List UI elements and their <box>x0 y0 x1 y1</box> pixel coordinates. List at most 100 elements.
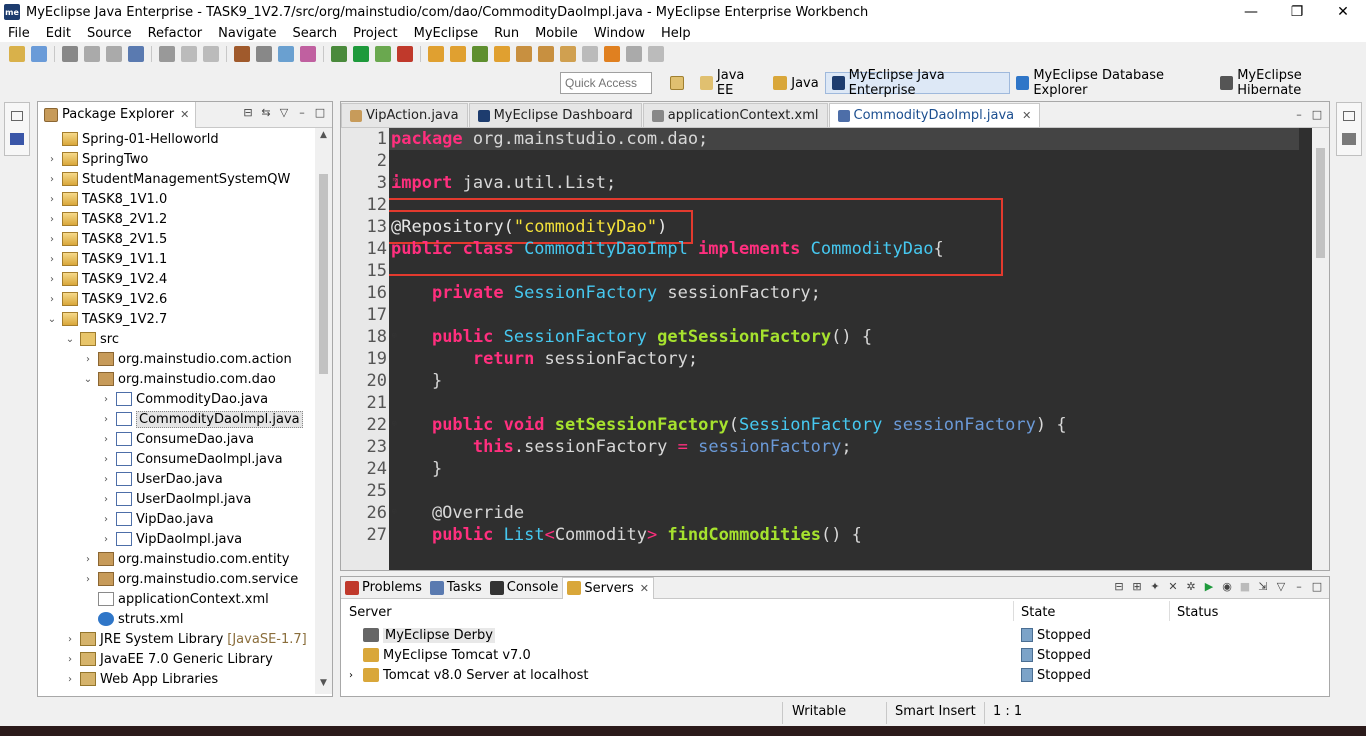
run-config-icon[interactable] <box>375 46 391 62</box>
column-status[interactable]: Status <box>1177 605 1218 620</box>
menu-mobile[interactable]: Mobile <box>527 26 586 41</box>
tree-item[interactable]: ⌄ src <box>64 329 119 349</box>
undo-icon[interactable] <box>159 46 175 62</box>
server-icon[interactable] <box>256 46 272 62</box>
menu-search[interactable]: Search <box>284 26 345 41</box>
code-line[interactable]: 25 <box>355 480 1299 502</box>
new-icon[interactable] <box>9 46 25 62</box>
tree-item[interactable]: applicationContext.xml <box>82 589 269 609</box>
collapsed-arrow-icon[interactable]: › <box>46 154 58 165</box>
editor-scroll-thumb[interactable] <box>1316 148 1325 258</box>
last-edit-icon[interactable] <box>582 46 598 62</box>
debug-icon[interactable] <box>331 46 347 62</box>
code-line[interactable]: 1 package org.mainstudio.com.dao; <box>355 128 1299 150</box>
new-server-icon[interactable]: ✦ <box>1147 580 1163 596</box>
expanded-arrow-icon[interactable]: ⌄ <box>82 374 94 385</box>
code-line[interactable]: 17 <box>355 304 1299 326</box>
outline-icon[interactable] <box>1342 133 1356 145</box>
external-tools-icon[interactable] <box>397 46 413 62</box>
annotation-icon[interactable] <box>516 46 532 62</box>
tree-item[interactable]: › JRE System Library [JavaSE-1.7] <box>64 629 307 649</box>
code-line[interactable]: 2 <box>355 150 1299 172</box>
tab-servers[interactable]: Servers ✕ <box>562 576 654 599</box>
collapsed-arrow-icon[interactable]: › <box>46 234 58 245</box>
next-annotation-icon[interactable] <box>538 46 554 62</box>
tree-item[interactable]: › org.mainstudio.com.service <box>82 569 298 589</box>
code-line[interactable]: 27 public List<Commodity> findCommoditie… <box>355 524 1299 546</box>
save-all-icon[interactable] <box>84 46 100 62</box>
tree-item[interactable]: › org.mainstudio.com.action <box>82 349 292 369</box>
fold-toggle-icon[interactable]: ⊖ <box>388 508 397 517</box>
server-row[interactable]: MyEclipse Tomcat v7.0 <box>349 645 531 665</box>
profile-icon[interactable]: ◉ <box>1219 580 1235 596</box>
tree-item[interactable]: ⌄ org.mainstudio.com.dao <box>82 369 276 389</box>
expand-icon[interactable]: ⊞ <box>1129 580 1145 596</box>
team-icon[interactable] <box>300 46 316 62</box>
code-line[interactable]: 12 <box>355 194 1299 216</box>
tree-item[interactable]: › UserDao.java <box>100 469 223 489</box>
link-with-editor-icon[interactable]: ⇆ <box>258 106 274 122</box>
collapsed-arrow-icon[interactable]: › <box>46 294 58 305</box>
menu-refactor[interactable]: Refactor <box>140 26 211 41</box>
tree-item[interactable]: › Web App Libraries <box>64 669 218 689</box>
scroll-down-arrow-icon[interactable]: ▼ <box>315 678 332 692</box>
code-line[interactable]: 23 this.sessionFactory = sessionFactory; <box>355 436 1299 458</box>
minimize-view-icon[interactable]: – <box>1291 580 1307 596</box>
debug-icon[interactable]: ✲ <box>1183 580 1199 596</box>
maximize-editor-icon[interactable]: □ <box>1309 108 1325 124</box>
code-line[interactable]: 16 private SessionFactory sessionFactory… <box>355 282 1299 304</box>
view-menu-icon[interactable]: ▽ <box>1273 580 1289 596</box>
close-window-button[interactable]: ✕ <box>1320 0 1366 24</box>
tree-item[interactable]: › TASK9_1V2.6 <box>46 289 167 309</box>
tree-item[interactable]: › SpringTwo <box>46 149 148 169</box>
tree-item[interactable]: › org.mainstudio.com.entity <box>82 549 289 569</box>
column-state[interactable]: State <box>1021 605 1055 620</box>
tree-item[interactable]: struts.xml <box>82 609 183 629</box>
collapsed-arrow-icon[interactable]: › <box>100 534 112 545</box>
menu-edit[interactable]: Edit <box>38 26 79 41</box>
expanded-arrow-icon[interactable]: ⌄ <box>46 314 58 325</box>
tree-item[interactable]: › TASK8_1V1.0 <box>46 189 167 209</box>
perspective-myeclipse-database-explorer[interactable]: MyEclipse Database Explorer <box>1010 68 1214 98</box>
collapsed-arrow-icon[interactable]: › <box>46 274 58 285</box>
maximize-button[interactable]: ❐ <box>1274 0 1320 24</box>
publish-icon[interactable]: ⇲ <box>1255 580 1271 596</box>
code-line[interactable]: 19 return sessionFactory; <box>355 348 1299 370</box>
new-wizard-icon[interactable] <box>31 46 47 62</box>
code-line[interactable]: 22 ⊖ public void setSessionFactory(Sessio… <box>355 414 1299 436</box>
tree-item[interactable]: › TASK8_2V1.2 <box>46 209 167 229</box>
collapsed-arrow-icon[interactable]: › <box>100 514 112 525</box>
maximize-view-icon[interactable]: □ <box>1309 580 1325 596</box>
deploy-icon[interactable] <box>234 46 250 62</box>
prev-annotation-icon[interactable] <box>560 46 576 62</box>
open-task-icon[interactable] <box>450 46 466 62</box>
code-line[interactable]: 20 } <box>355 370 1299 392</box>
tree-item[interactable]: › JavaEE 7.0 Generic Library <box>64 649 273 669</box>
menu-myeclipse[interactable]: MyEclipse <box>406 26 487 41</box>
server-row[interactable]: MyEclipse Derby <box>349 625 495 645</box>
menu-source[interactable]: Source <box>79 26 140 41</box>
skip-breakpoints-icon[interactable] <box>128 46 144 62</box>
code-line[interactable]: 24 } <box>355 458 1299 480</box>
code-line[interactable]: 13 @Repository("commodityDao") <box>355 216 1299 238</box>
server-row[interactable]: › Tomcat v8.0 Server at localhost <box>349 665 589 685</box>
collapsed-arrow-icon[interactable]: › <box>82 354 94 365</box>
code-line[interactable]: 26 ⊖ @Override <box>355 502 1299 524</box>
tree-item[interactable]: ⌄ TASK9_1V2.7 <box>46 309 167 329</box>
collapsed-arrow-icon[interactable]: › <box>100 394 112 405</box>
menu-run[interactable]: Run <box>486 26 527 41</box>
back-icon[interactable] <box>604 46 620 62</box>
collapsed-arrow-icon[interactable]: › <box>82 574 94 585</box>
perspective-java-ee[interactable]: Java EE <box>694 68 767 98</box>
code-area[interactable]: 1 package org.mainstudio.com.dao; 2 3 ⊕ impor… <box>341 128 1329 570</box>
tree-item[interactable]: › ConsumeDao.java <box>100 429 254 449</box>
editor-tab[interactable]: MyEclipse Dashboard <box>468 103 642 127</box>
restore-icon[interactable] <box>1343 111 1355 121</box>
code-line[interactable]: 14 public class CommodityDaoImpl implemen… <box>355 238 1299 260</box>
collapse-icon[interactable]: ⊟ <box>1111 580 1127 596</box>
expand-arrow-icon[interactable]: › <box>349 670 363 681</box>
tab-package-explorer[interactable]: Package Explorer ✕ <box>38 101 197 128</box>
menu-window[interactable]: Window <box>586 26 653 41</box>
tree-item[interactable]: › TASK8_2V1.5 <box>46 229 167 249</box>
grid-icon[interactable] <box>278 46 294 62</box>
